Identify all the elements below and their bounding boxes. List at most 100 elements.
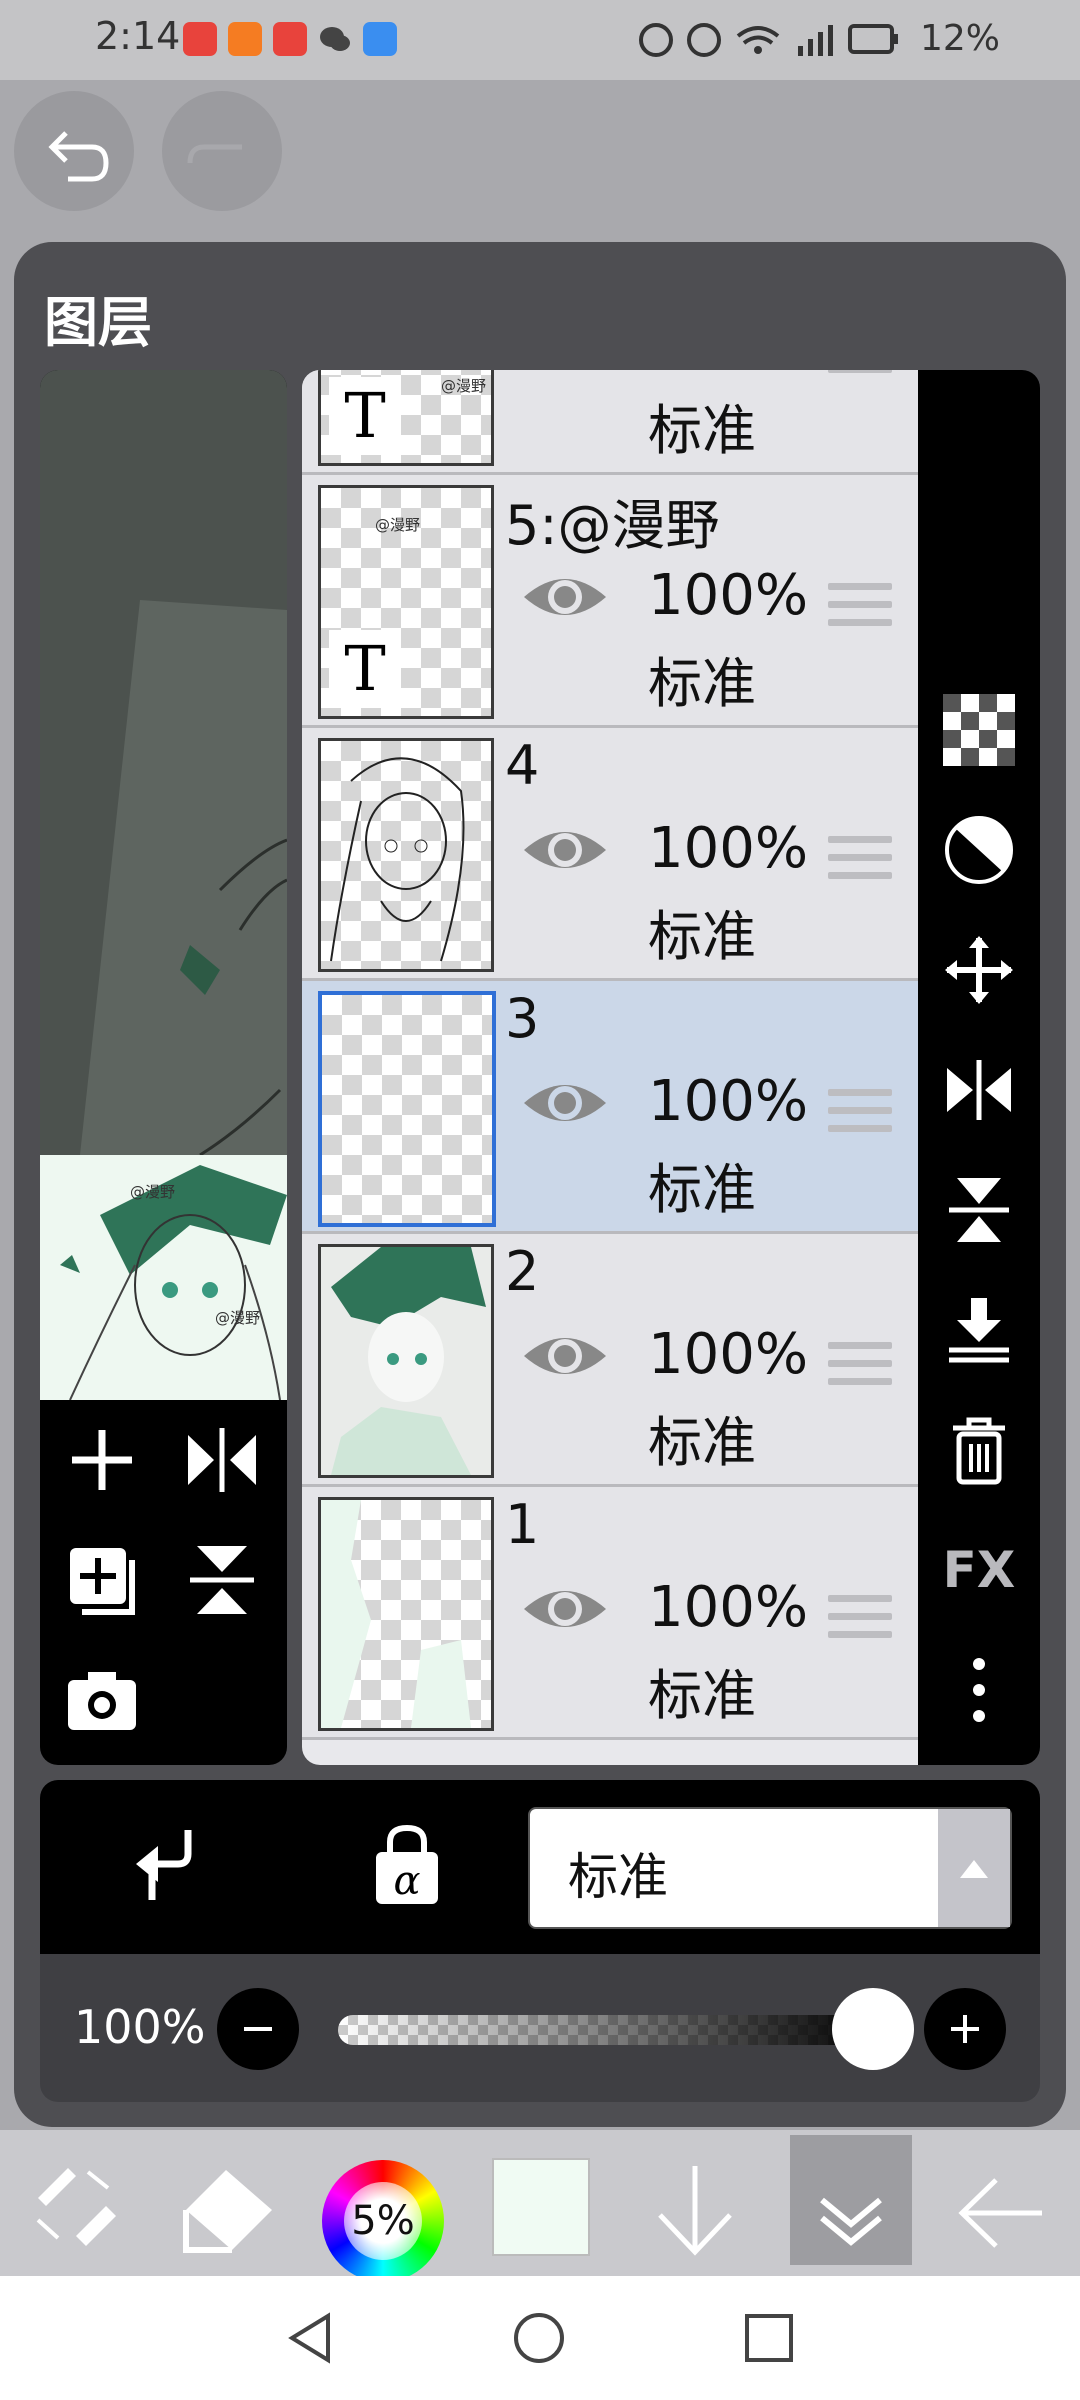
add-copy-layer-button[interactable]: [52, 1530, 152, 1630]
drag-handle-icon[interactable]: [828, 1342, 892, 1396]
blend-mode-select[interactable]: 标准: [528, 1807, 1012, 1929]
back-arrow-icon: [958, 2178, 1042, 2248]
eraser-button[interactable]: [176, 2150, 286, 2264]
invert-icon: [945, 816, 1013, 884]
layer-thumbnail: [318, 1497, 494, 1731]
layer-name: 1: [505, 1493, 540, 1556]
text-layer-icon: T: [329, 630, 401, 708]
nav-back-button[interactable]: [282, 2310, 338, 2370]
opacity-decrease-button[interactable]: [217, 1988, 299, 2070]
watermark-text: @漫野: [130, 1183, 176, 1201]
drag-handle-icon[interactable]: [828, 1089, 892, 1143]
watermark-text: @漫野: [441, 377, 487, 395]
fx-button[interactable]: FX: [939, 1530, 1019, 1610]
more-icon: [973, 1658, 985, 1722]
undo-icon: [48, 131, 109, 182]
cloud-icon: [363, 22, 397, 56]
undo-button[interactable]: [14, 91, 134, 211]
flip-vertical-icon: [949, 1178, 1009, 1242]
eraser-icon: [183, 2170, 272, 2253]
layer-thumbnail: [318, 1244, 494, 1478]
layer-name: 2: [505, 1240, 540, 1303]
layer-opacity: 100%: [648, 1575, 809, 1640]
add-copy-layer-icon: [70, 1548, 135, 1615]
move-icon: [945, 936, 1013, 1004]
layer-row[interactable]: @漫野 T 标准: [302, 370, 918, 475]
color-swatch[interactable]: [492, 2158, 590, 2256]
color-percent: 5%: [351, 2198, 415, 2244]
arrow-down-button[interactable]: [650, 2160, 740, 2264]
layer-row-4[interactable]: 4 100% 标准: [302, 728, 918, 981]
transparency-button[interactable]: [939, 690, 1019, 770]
canvas-preview: [40, 370, 287, 1157]
flip-vertical-button[interactable]: [172, 1530, 272, 1630]
drag-handle-icon[interactable]: [828, 1595, 892, 1649]
trash-icon: [953, 1417, 1005, 1485]
layer-row-5[interactable]: @漫野 T 5:@漫野 100% 标准: [302, 475, 918, 728]
back-button[interactable]: [952, 2170, 1052, 2260]
clip-icon: [136, 1830, 192, 1900]
eye-icon[interactable]: [520, 567, 610, 627]
watermark-text: @漫野: [375, 516, 421, 534]
drag-handle-icon[interactable]: [828, 836, 892, 890]
redo-button[interactable]: [162, 91, 282, 211]
flip-horizontal-layer-button[interactable]: [939, 1050, 1019, 1130]
panel-title: 图层: [44, 291, 152, 354]
camera-icon: [68, 1672, 136, 1730]
home-icon: [514, 2313, 564, 2363]
layer-opacity: 100%: [648, 1322, 809, 1387]
layer-blend-mode: 标准: [648, 1664, 756, 1727]
more-button[interactable]: [939, 1650, 1019, 1730]
move-button[interactable]: [939, 930, 1019, 1010]
eye-icon[interactable]: [520, 1579, 610, 1639]
layer-row-1[interactable]: 1 100% 标准: [302, 1487, 918, 1740]
camera-button[interactable]: [52, 1650, 152, 1750]
delete-layer-button[interactable]: [939, 1410, 1019, 1490]
layer-name: 3: [505, 987, 540, 1050]
merge-down-button[interactable]: [939, 1290, 1019, 1370]
layer-list[interactable]: @漫野 T 标准 @漫野 T 5:@漫野 100% 标准 4 100% 标准 3…: [302, 370, 918, 1765]
layer-row-2[interactable]: 2 100% 标准: [302, 1234, 918, 1487]
opacity-slider-thumb[interactable]: [832, 1988, 914, 2070]
flip-horizontal-icon: [188, 1428, 256, 1492]
layer-preview-column: @漫野 @漫野: [40, 370, 287, 1765]
add-layer-button[interactable]: [52, 1410, 152, 1510]
eye-icon[interactable]: [520, 820, 610, 880]
nav-home-button[interactable]: [511, 2310, 567, 2370]
blend-mode-value: 标准: [568, 1848, 668, 1906]
color-wheel-button[interactable]: 5%: [322, 2160, 444, 2282]
flip-vertical-layer-button[interactable]: [939, 1170, 1019, 1250]
opacity-slider[interactable]: [338, 2015, 878, 2045]
add-layer-icon: [72, 1430, 132, 1490]
eye-icon[interactable]: [520, 1073, 610, 1133]
watermark-text: @漫野: [215, 1309, 261, 1327]
layer-name: 5:@漫野: [505, 494, 720, 557]
flip-horizontal-icon: [947, 1060, 1011, 1120]
layer-blend-mode: 标准: [648, 905, 756, 968]
tool-switch-button[interactable]: [28, 2158, 124, 2258]
layer-row-3[interactable]: 3 100% 标准: [302, 981, 918, 1234]
drag-handle-icon[interactable]: [828, 583, 892, 637]
layer-opacity: 100%: [648, 816, 809, 881]
layers-collapse-button[interactable]: [808, 2170, 894, 2260]
eye-icon[interactable]: [520, 1326, 610, 1386]
tool-switch-icon: [36, 2168, 116, 2246]
huawei-appgallery-icon: [273, 22, 307, 56]
invert-button[interactable]: [939, 810, 1019, 890]
drag-handle-icon[interactable]: [828, 370, 892, 384]
alpha-lock-button[interactable]: α: [362, 1820, 452, 1914]
clip-button[interactable]: [118, 1820, 208, 1914]
back-icon: [288, 2312, 330, 2364]
layer-name: 4: [505, 734, 540, 797]
layer-blend-mode: 标准: [648, 652, 756, 715]
blend-dropdown-button[interactable]: [938, 1809, 1010, 1927]
opacity-increase-button[interactable]: [924, 1988, 1006, 2070]
nav-recents-button[interactable]: [741, 2310, 797, 2370]
layer-thumbnail: @漫野 T: [318, 370, 494, 466]
layer-blend-mode: 标准: [648, 399, 756, 462]
redo-icon: [187, 144, 242, 164]
merge-down-icon: [949, 1298, 1009, 1363]
layer-preview-thumbnail: @漫野 @漫野: [40, 1155, 287, 1401]
arrow-down-icon: [658, 2166, 732, 2256]
flip-horizontal-button[interactable]: [172, 1410, 272, 1510]
